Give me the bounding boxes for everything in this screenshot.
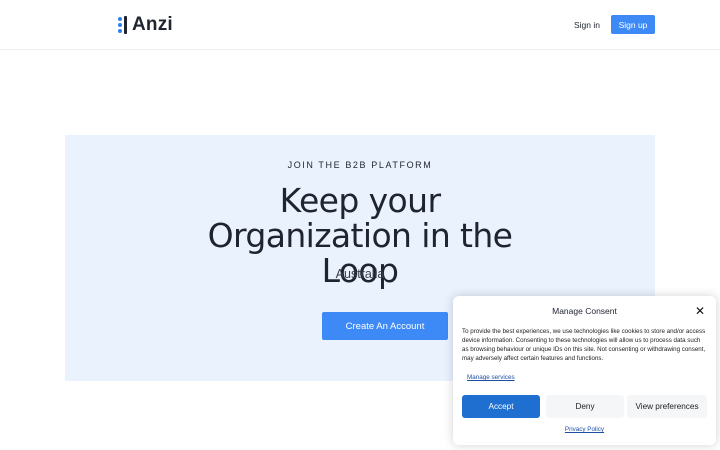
sign-up-button[interactable]: Sign up bbox=[611, 15, 655, 34]
accept-button[interactable]: Accept bbox=[462, 395, 540, 418]
consent-body-text: To provide the best experiences, we use … bbox=[462, 328, 706, 362]
privacy-policy-link[interactable]: Privacy Policy bbox=[565, 426, 604, 433]
privacy-policy-row: Privacy Policy bbox=[453, 426, 716, 433]
logo-text: Anzi bbox=[132, 14, 173, 35]
logo[interactable]: Anzi bbox=[118, 14, 173, 36]
site-header: Anzi Sign in Sign up bbox=[0, 0, 720, 50]
create-account-button[interactable]: Create An Account bbox=[322, 312, 448, 340]
logo-mark-icon bbox=[118, 16, 128, 34]
sign-in-link[interactable]: Sign in bbox=[574, 15, 600, 35]
hero-eyebrow: JOIN THE B2B PLATFORM bbox=[287, 160, 433, 170]
close-icon[interactable]: ✕ bbox=[694, 305, 706, 317]
hero-location: Australia bbox=[335, 267, 385, 281]
manage-services-link[interactable]: Manage services bbox=[467, 374, 515, 381]
consent-dialog: Manage Consent ✕ To provide the best exp… bbox=[453, 296, 716, 445]
consent-title: Manage Consent bbox=[552, 306, 617, 316]
deny-button[interactable]: Deny bbox=[546, 395, 624, 418]
view-preferences-button[interactable]: View preferences bbox=[627, 395, 707, 418]
